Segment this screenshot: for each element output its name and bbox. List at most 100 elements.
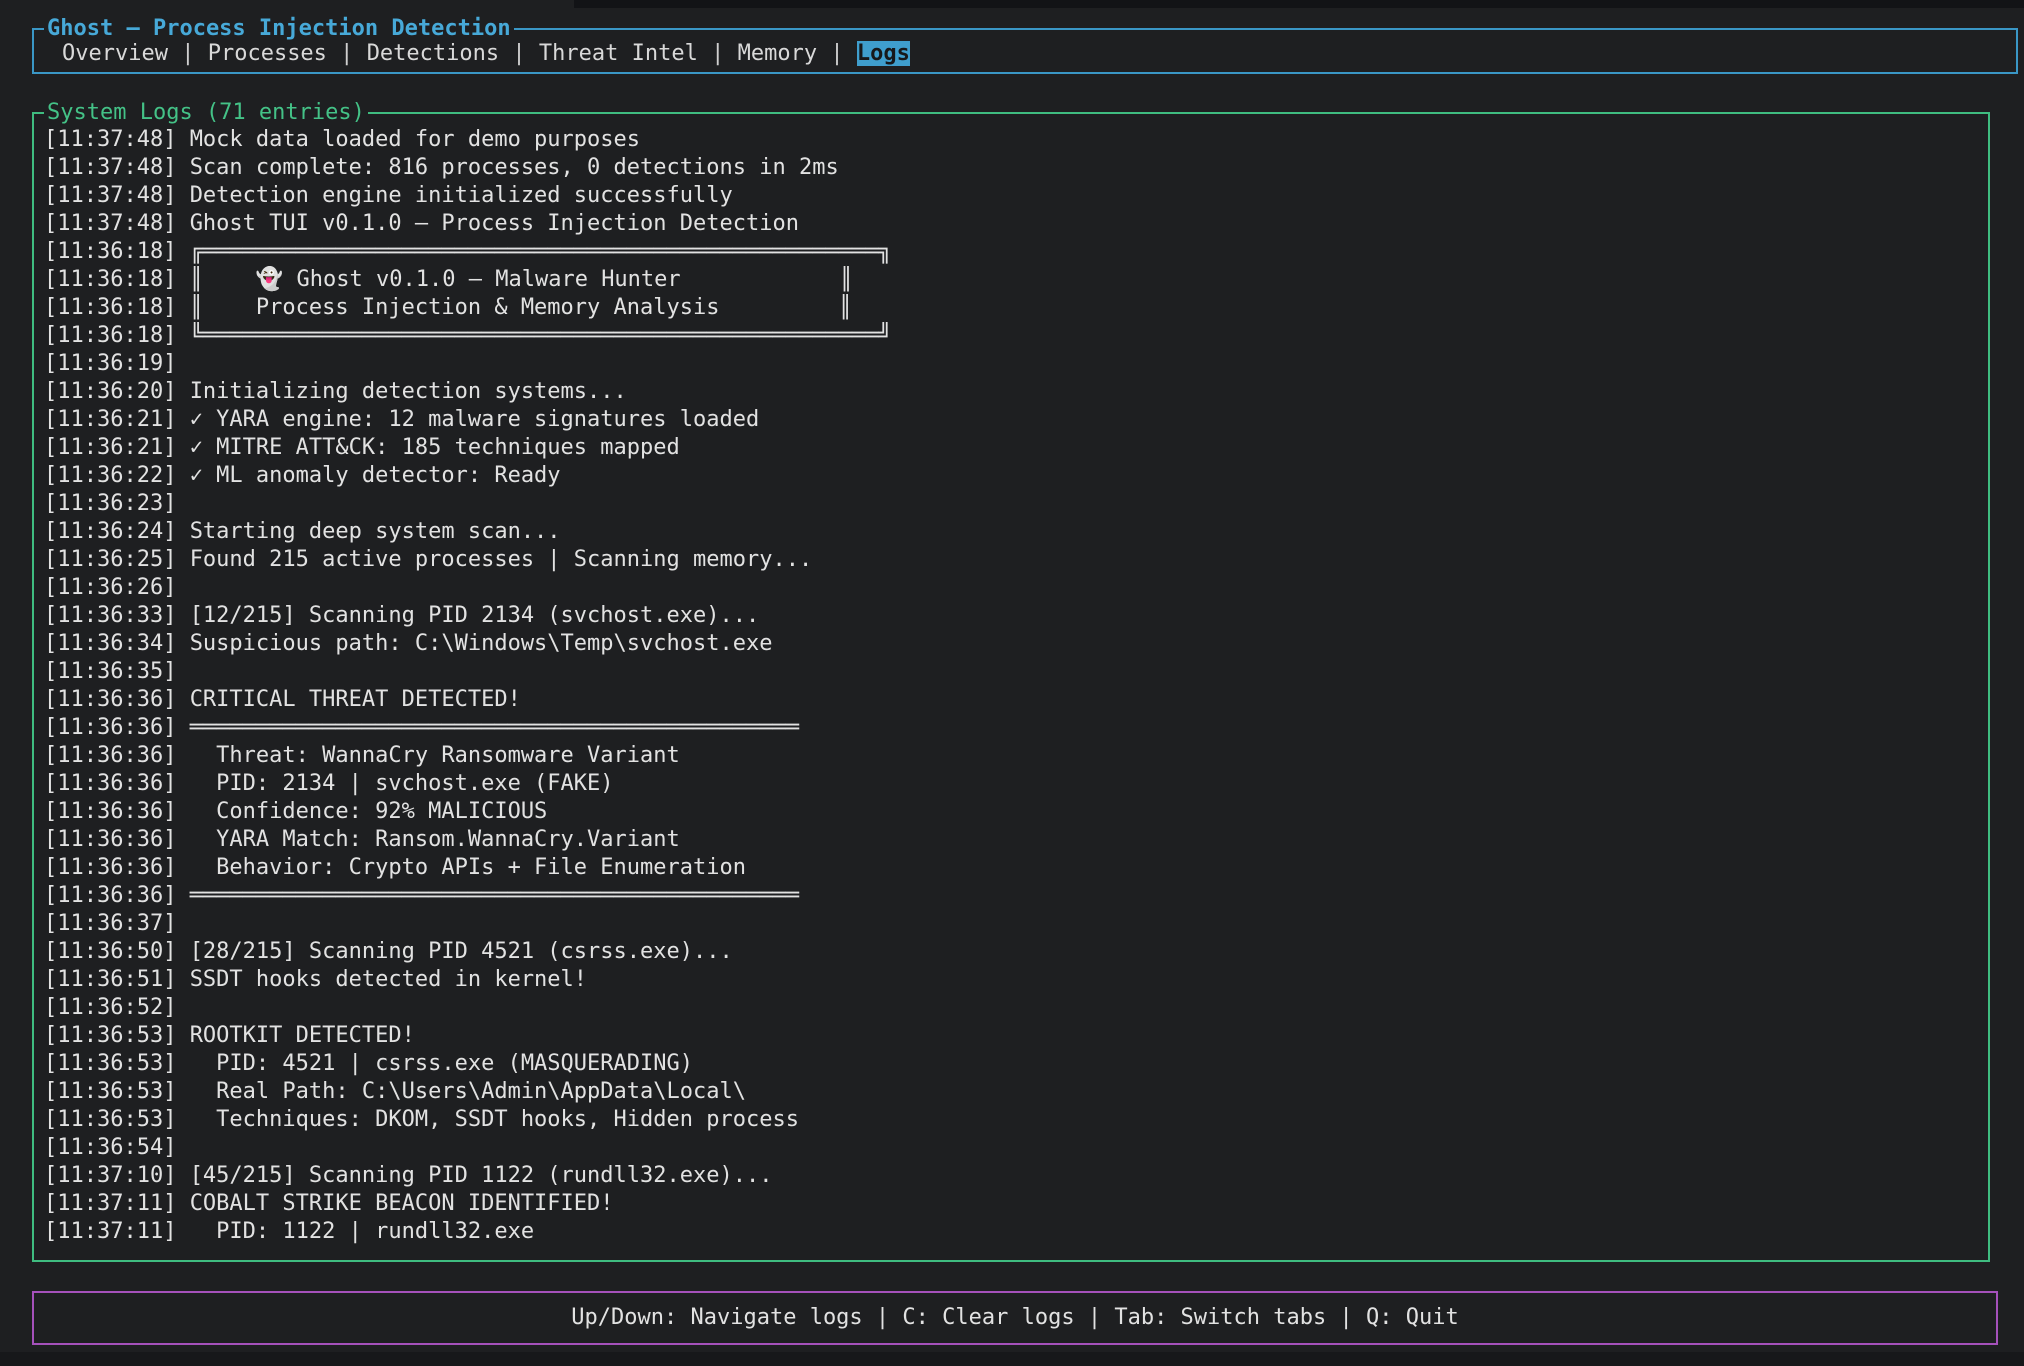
log-timestamp: [11:36:33]	[44, 603, 176, 628]
tab-threat-intel[interactable]: Threat Intel	[539, 41, 698, 66]
log-timestamp: [11:36:36]	[44, 715, 176, 740]
log-timestamp: [11:37:11]	[44, 1191, 176, 1216]
log-timestamp: [11:36:52]	[44, 995, 176, 1020]
tab-overview[interactable]: Overview	[62, 41, 168, 66]
log-timestamp: [11:37:48]	[44, 211, 176, 236]
log-message: PID: 1122 | rundll32.exe	[190, 1219, 534, 1244]
log-line: [11:36:36] ══════════════════════════════…	[44, 714, 1988, 742]
log-line: [11:36:22] ✓ ML anomaly detector: Ready	[44, 462, 1988, 490]
tab-logs[interactable]: Logs	[857, 41, 910, 66]
log-message: Behavior: Crypto APIs + File Enumeration	[190, 855, 746, 880]
log-message: ✓ ML anomaly detector: Ready	[190, 463, 561, 488]
log-timestamp: [11:36:36]	[44, 743, 176, 768]
log-message: ════════════════════════════════════════…	[190, 715, 799, 740]
log-line: [11:36:36] ══════════════════════════════…	[44, 882, 1988, 910]
log-line: [11:36:26]	[44, 574, 1988, 602]
log-timestamp: [11:36:34]	[44, 631, 176, 656]
log-message: PID: 2134 | svchost.exe (FAKE)	[190, 771, 614, 796]
log-timestamp: [11:36:18]	[44, 239, 176, 264]
tab-separator: |	[327, 41, 367, 66]
log-timestamp: [11:36:54]	[44, 1135, 176, 1160]
log-message: ║ Process Injection & Memory Analysis ║	[190, 295, 852, 320]
log-timestamp: [11:36:21]	[44, 435, 176, 460]
log-message: Scan complete: 816 processes, 0 detectio…	[190, 155, 839, 180]
log-message: Techniques: DKOM, SSDT hooks, Hidden pro…	[190, 1107, 799, 1132]
tab-processes[interactable]: Processes	[208, 41, 327, 66]
log-message: Ghost TUI v0.1.0 — Process Injection Det…	[190, 211, 799, 236]
log-message: YARA Match: Ransom.WannaCry.Variant	[190, 827, 680, 852]
log-line: [11:36:35]	[44, 658, 1988, 686]
log-timestamp: [11:36:37]	[44, 911, 176, 936]
status-bar: Up/Down: Navigate logs | C: Clear logs |…	[32, 1291, 1998, 1345]
log-timestamp: [11:36:26]	[44, 575, 176, 600]
log-message: ╔═══════════════════════════════════════…	[190, 239, 892, 264]
log-message: ════════════════════════════════════════…	[190, 883, 799, 908]
log-message: COBALT STRIKE BEACON IDENTIFIED!	[190, 1191, 614, 1216]
log-list: [11:37:48] Mock data loaded for demo purp…	[34, 114, 1988, 1246]
log-line: [11:36:50][28/215] Scanning PID 4521 (cs…	[44, 938, 1988, 966]
log-message: Starting deep system scan...	[190, 519, 561, 544]
log-timestamp: [11:36:36]	[44, 883, 176, 908]
log-line: [11:36:21]✓ YARA engine: 12 malware sign…	[44, 406, 1988, 434]
tab-detections[interactable]: Detections	[367, 41, 499, 66]
log-line: [11:36:18] ╔═════════════════════════════…	[44, 238, 1988, 266]
log-message: Real Path: C:\Users\Admin\AppData\Local\	[190, 1079, 746, 1104]
log-line: [11:36:36] Threat: WannaCry Ransomware V…	[44, 742, 1988, 770]
log-line: [11:36:24] Starting deep system scan...	[44, 518, 1988, 546]
log-timestamp: [11:36:36]	[44, 771, 176, 796]
log-timestamp: [11:36:22]	[44, 463, 176, 488]
log-message: ROOTKIT DETECTED!	[190, 1023, 415, 1048]
log-message: [45/215] Scanning PID 1122 (rundll32.exe…	[190, 1163, 773, 1188]
log-line: [11:36:20]Initializing detection systems…	[44, 378, 1988, 406]
log-message: Threat: WannaCry Ransomware Variant	[190, 743, 680, 768]
log-line: [11:37:48]Mock data loaded for demo purp…	[44, 126, 1988, 154]
log-line: [11:36:53]ROOTKIT DETECTED!	[44, 1022, 1988, 1050]
terminal-screen: Ghost — Process Injection Detection Over…	[0, 0, 2024, 1366]
log-timestamp: [11:37:11]	[44, 1219, 176, 1244]
log-timestamp: [11:37:48]	[44, 155, 176, 180]
log-timestamp: [11:36:24]	[44, 519, 176, 544]
log-timestamp: [11:36:36]	[44, 827, 176, 852]
log-line: [11:36:18] ║ Process Injection & Memory A…	[44, 294, 1988, 322]
log-line: [11:36:18] ╚═════════════════════════════…	[44, 322, 1988, 350]
log-timestamp: [11:36:51]	[44, 967, 176, 992]
log-line: [11:36:33][12/215] Scanning PID 2134 (sv…	[44, 602, 1988, 630]
log-line: [11:36:21] ✓ MITRE ATT&CK: 185 techniques…	[44, 434, 1988, 462]
log-message: Mock data loaded for demo purposes	[190, 127, 640, 152]
tabbar-panel: Ghost — Process Injection Detection Over…	[32, 28, 2018, 74]
logs-panel: System Logs (71 entries) [11:37:48]Mock …	[32, 112, 1990, 1262]
tab-memory[interactable]: Memory	[738, 41, 817, 66]
log-line: [11:37:11] PID: 1122 | rundll32.exe	[44, 1218, 1988, 1246]
log-timestamp: [11:36:18]	[44, 295, 176, 320]
log-timestamp: [11:36:18]	[44, 267, 176, 292]
log-message: Found 215 active processes | Scanning me…	[190, 547, 813, 572]
tab-separator: |	[168, 41, 208, 66]
tab-separator: |	[698, 41, 738, 66]
log-message: SSDT hooks detected in kernel!	[190, 967, 587, 992]
log-line: [11:36:25] Found 215 active processes | S…	[44, 546, 1988, 574]
log-message: ╚═══════════════════════════════════════…	[190, 323, 892, 348]
log-line: [11:36:53] PID: 4521 | csrss.exe (MASQUE…	[44, 1050, 1988, 1078]
log-message: Detection engine initialized successfull…	[190, 183, 733, 208]
log-timestamp: [11:36:19]	[44, 351, 176, 376]
log-timestamp: [11:37:48]	[44, 183, 176, 208]
status-bar-text: Up/Down: Navigate logs | C: Clear logs |…	[34, 1293, 1996, 1343]
log-line: [11:36:54]	[44, 1134, 1988, 1162]
log-line: [11:36:53] Techniques: DKOM, SSDT hooks,…	[44, 1106, 1988, 1134]
log-timestamp: [11:36:25]	[44, 547, 176, 572]
log-timestamp: [11:36:21]	[44, 407, 176, 432]
logs-panel-title: System Logs (71 entries)	[44, 99, 368, 127]
log-message: ✓ MITRE ATT&CK: 185 techniques mapped	[190, 435, 680, 460]
log-line: [11:36:18]║ 👻 Ghost v0.1.0 — Malware Hun…	[44, 266, 1988, 294]
log-message: Suspicious path: C:\Windows\Temp\svchost…	[190, 631, 773, 656]
log-line: [11:36:23]	[44, 490, 1988, 518]
log-timestamp: [11:37:10]	[44, 1163, 176, 1188]
log-line: [11:36:36]CRITICAL THREAT DETECTED!	[44, 686, 1988, 714]
window-top-strip	[574, 0, 2024, 8]
log-message: Confidence: 92% MALICIOUS	[190, 799, 548, 824]
log-timestamp: [11:36:50]	[44, 939, 176, 964]
window-bottom-strip	[0, 1352, 2024, 1366]
log-timestamp: [11:36:23]	[44, 491, 176, 516]
log-line: [11:36:53] Real Path: C:\Users\Admin\App…	[44, 1078, 1988, 1106]
log-timestamp: [11:36:18]	[44, 323, 176, 348]
